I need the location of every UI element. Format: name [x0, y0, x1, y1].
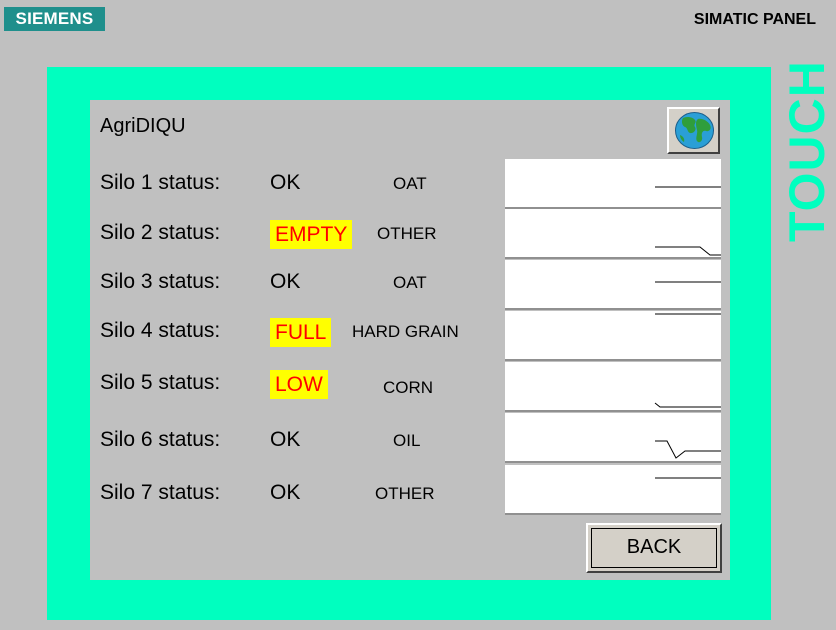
trend-path [654, 402, 721, 408]
silo-grain-type: OAT [393, 174, 427, 193]
silo-trend-view [505, 260, 721, 310]
silo-trend-view [505, 209, 721, 259]
globe-icon [675, 112, 714, 149]
silo-grain-type: HARD GRAIN [352, 322, 459, 341]
siemens-logo: SIEMENS [4, 7, 105, 31]
silo-trend-line [655, 477, 721, 479]
trend-path [655, 246, 721, 256]
silo-trend-view [505, 311, 721, 361]
silo-label: Silo 1 status: [100, 171, 221, 194]
silo-status: OK [270, 270, 301, 293]
back-button[interactable]: BACK [586, 523, 722, 573]
silo-trend-line [655, 246, 721, 256]
silo-status: EMPTY [270, 220, 353, 249]
silo-trend-line [655, 440, 721, 459]
silo-grain-type: OAT [393, 273, 427, 292]
silo-trend-view [505, 465, 721, 515]
silo-status: OK [270, 428, 301, 451]
silo-grain-type: OTHER [375, 484, 435, 503]
silo-grain-type: CORN [383, 378, 434, 397]
silo-grain-type: OTHER [377, 224, 437, 243]
silo-label: Silo 6 status: [100, 428, 221, 451]
app-title: AgriDIQU [100, 115, 186, 137]
silo-trend-view [505, 159, 721, 209]
hmi-screen: AgriDIQU Silo 1 status: OK OAT Silo 2 statu… [90, 100, 730, 580]
silo-label: Silo 2 status: [100, 221, 221, 244]
silo-status: FULL [270, 318, 332, 347]
silo-label: Silo 5 status: [100, 371, 221, 394]
trend-path [655, 440, 721, 459]
silo-label: Silo 4 status: [100, 319, 221, 342]
silo-trend-line [654, 402, 721, 408]
silo-trend-view [505, 362, 721, 412]
silo-status: OK [270, 171, 301, 194]
silo-label: Silo 3 status: [100, 270, 221, 293]
silo-trend-view [505, 413, 721, 463]
language-button[interactable] [667, 107, 720, 154]
silo-grain-type: OIL [393, 431, 421, 450]
silo-trend-line [655, 313, 721, 315]
silo-trend-line [655, 281, 721, 283]
silo-status: LOW [270, 370, 328, 399]
silo-label: Silo 7 status: [100, 481, 221, 504]
panel-title: SIMATIC PANEL [693, 11, 816, 28]
silo-trend-line [655, 186, 721, 188]
silo-status: OK [270, 481, 301, 504]
touch-label: TOUCH [779, 60, 835, 242]
